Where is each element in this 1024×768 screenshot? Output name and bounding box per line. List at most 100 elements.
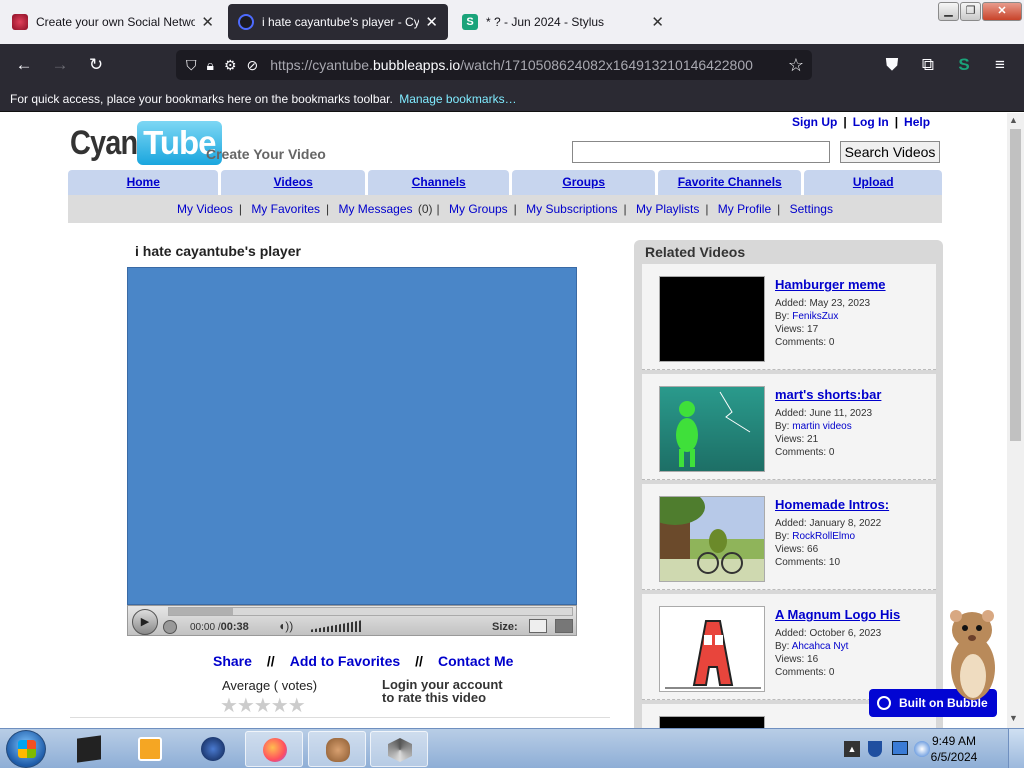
media-player-icon [138,737,162,761]
taskbar-app-globe[interactable] [184,731,242,767]
show-desktop-button[interactable] [1008,729,1024,768]
back-icon[interactable]: ← [11,53,37,77]
stop-icon[interactable] [163,620,177,634]
author-link[interactable]: FeniksZux [792,311,838,322]
help-link[interactable]: Help [904,115,930,129]
close-icon[interactable]: ✕ [651,13,664,31]
related-video-title[interactable]: Hamburger meme [775,277,886,292]
taskbar-clock[interactable]: 9:49 AM 6/5/2024 [924,733,984,765]
window-close-icon[interactable]: ✕ [982,2,1022,21]
security-shield-icon[interactable] [868,741,882,757]
volume-slider[interactable] [311,620,363,632]
menu-icon[interactable]: ≡ [987,53,1013,77]
average-rating: Average ( votes) [222,678,318,693]
show-hidden-icons-icon[interactable]: ▲ [844,741,860,757]
taskbar-app-hamster[interactable] [308,731,366,767]
volume-icon[interactable]: ◖)) [278,619,293,633]
list-item[interactable]: A Magnum Logo His Added: October 6, 2023… [642,594,936,700]
taskbar-app-terminal[interactable] [60,731,118,767]
video-thumbnail[interactable] [659,496,765,582]
divider [70,717,610,718]
bubble-icon [238,14,254,30]
tracking-icon[interactable]: ⊘ [247,57,259,74]
cyantube-logo[interactable]: Cyan Tube [70,121,222,165]
author-link[interactable]: Ahcahca Nyt [792,641,849,652]
lock-icon[interactable]: 🔒︎ [207,57,214,74]
tab-home[interactable]: Home [68,170,219,195]
video-player[interactable] [127,267,577,605]
taskbar-app-unity[interactable] [370,731,428,767]
address-bar[interactable]: ⛉ 🔒︎ ⚙ ⊘ https://cyantube.bubbleapps.io/… [176,50,812,80]
video-thumbnail[interactable] [659,716,765,728]
permissions-icon[interactable]: ⚙ [224,57,237,74]
extensions-icon[interactable]: ⧉ [915,53,941,77]
my-profile-link[interactable]: My Profile [718,202,771,216]
video-thumbnail[interactable] [659,606,765,692]
author-link[interactable]: martin videos [792,421,851,432]
scroll-up-icon[interactable]: ▲ [1009,115,1018,125]
search-input[interactable] [572,141,830,163]
url-prefix: https://cyantube. [270,57,373,73]
url-text[interactable]: https://cyantube.bubbleapps.io/watch/171… [270,57,753,73]
list-item[interactable]: mart's shorts:bar Added: June 11, 2023 B… [642,374,936,480]
rating-stars[interactable]: ★★★★★ [220,693,306,718]
my-messages-link[interactable]: My Messages [338,202,412,216]
list-item[interactable]: Hamburger meme Added: May 23, 2023 By: F… [642,264,936,370]
my-favorites-link[interactable]: My Favorites [251,202,320,216]
video-meta: Added: October 6, 2023 By: Ahcahca Nyt V… [775,628,882,678]
play-icon[interactable]: ▶ [132,609,158,635]
tab-groups[interactable]: Groups [512,170,655,195]
add-to-favorites-link[interactable]: Add to Favorites [290,653,400,669]
network-icon[interactable] [892,741,908,755]
sign-up-link[interactable]: Sign Up [792,115,837,129]
manage-bookmarks-link[interactable]: Manage bookmarks… [399,92,516,106]
log-in-link[interactable]: Log In [853,115,889,129]
video-thumbnail[interactable] [659,386,765,472]
close-icon[interactable]: ✕ [201,13,214,31]
pocket-icon[interactable]: ⛊ [879,53,905,77]
share-link[interactable]: Share [213,653,252,669]
user-subnav: My Videos | My Favorites | My Messages (0)… [68,195,942,223]
my-groups-link[interactable]: My Groups [449,202,508,216]
minimize-icon[interactable]: ▁ [938,2,959,21]
star-icon[interactable]: ☆ [788,55,804,76]
progress-bar[interactable] [168,607,573,616]
my-playlists-link[interactable]: My Playlists [636,202,699,216]
reload-icon[interactable]: ↻ [83,53,109,77]
tab-videos[interactable]: Videos [221,170,365,195]
author-link[interactable]: RockRollElmo [792,531,855,542]
taskbar-app-media[interactable] [121,731,179,767]
stylus-extension-icon[interactable]: S [951,53,977,77]
size-large-icon[interactable] [555,619,573,633]
scrollbar-thumb[interactable] [1010,129,1021,441]
taskbar-app-firefox[interactable] [245,731,303,767]
video-actions: Share//Add to Favorites//Contact Me [213,653,514,669]
page-scrollbar[interactable]: ▲ ▼ [1007,113,1024,728]
globe-icon [201,737,225,761]
size-small-icon[interactable] [529,619,547,633]
progress-fill [169,608,234,615]
tab-favorite-channels[interactable]: Favorite Channels [657,170,802,195]
tab-upload[interactable]: Upload [804,170,942,195]
search-videos-button[interactable]: Search Videos [840,141,940,163]
tab-title: i hate cayantube's player - CyanTube [262,15,420,29]
related-video-title[interactable]: A Magnum Logo His [775,607,900,622]
forward-icon[interactable]: → [47,53,73,77]
settings-link[interactable]: Settings [790,202,833,216]
related-video-title[interactable]: mart's shorts:bar [775,387,881,402]
tab-channels[interactable]: Channels [367,170,510,195]
my-subscriptions-link[interactable]: My Subscriptions [526,202,617,216]
video-thumbnail[interactable] [659,276,765,362]
list-item[interactable]: Homemade Intros: Added: January 8, 2022 … [642,484,936,590]
related-video-title[interactable]: Homemade Intros: [775,497,889,512]
scroll-down-icon[interactable]: ▼ [1009,713,1018,723]
tab-stylus[interactable]: S * ? - Jun 2024 - Stylus ✕ [452,4,674,40]
tab-social-network[interactable]: Create your own Social Network ✕ [2,4,224,40]
close-icon[interactable]: ✕ [425,13,438,31]
contact-me-link[interactable]: Contact Me [438,653,513,669]
restore-icon[interactable]: ❐ [960,2,981,21]
start-button[interactable] [6,730,46,768]
my-videos-link[interactable]: My Videos [177,202,233,216]
tab-cyantube[interactable]: i hate cayantube's player - CyanTube ✕ [228,4,448,40]
shield-icon[interactable]: ⛉ [186,57,197,74]
